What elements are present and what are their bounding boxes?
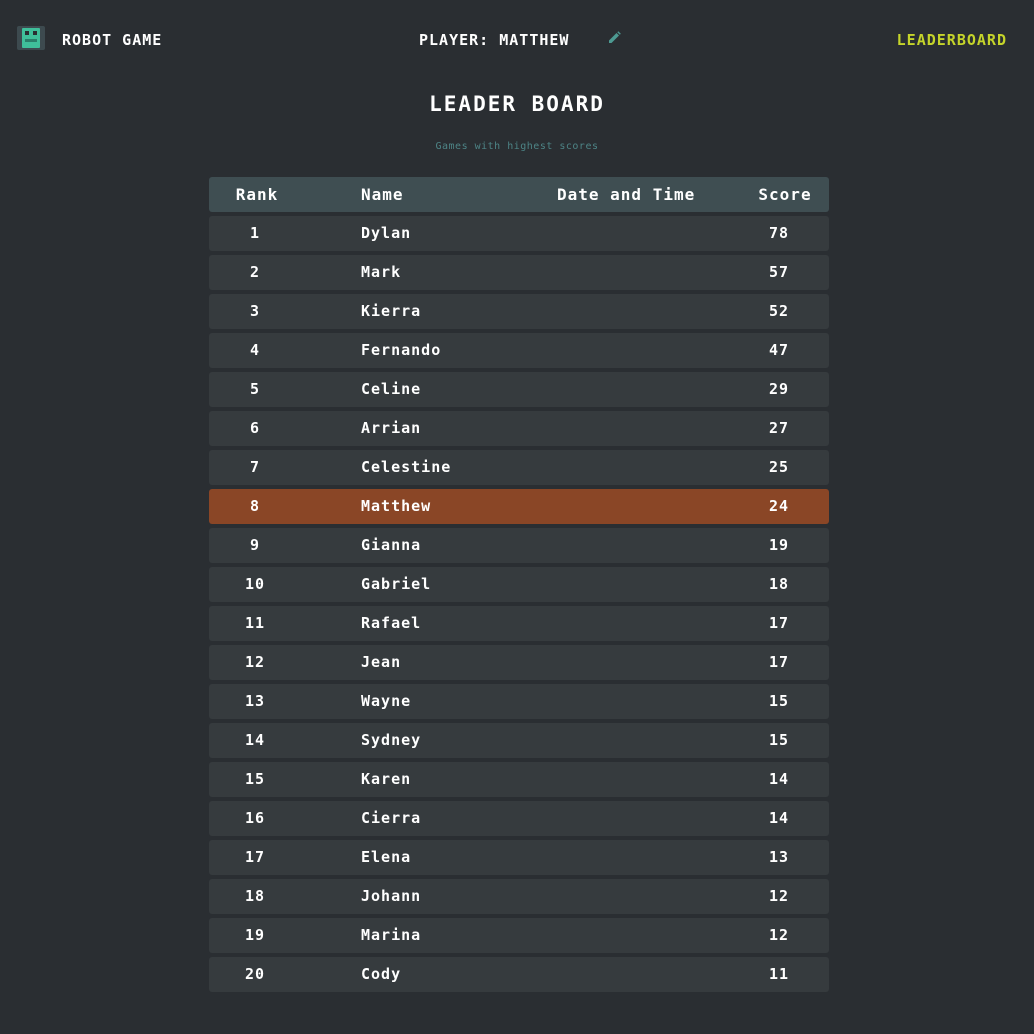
name-cell: Cody	[361, 965, 402, 983]
table-row-current-player: 8 Matthew 24	[209, 489, 829, 524]
rank-cell: 7	[249, 458, 261, 476]
column-header-rank[interactable]: Rank	[209, 177, 305, 212]
table-header-row: Rank Name Date and Time Score	[209, 177, 829, 212]
column-header-name[interactable]: Name	[361, 177, 404, 212]
name-cell: Kierra	[361, 302, 422, 320]
table-row: 14 Sydney 15	[209, 723, 829, 758]
table-row: 19 Marina 12	[209, 918, 829, 953]
score-cell: 29	[768, 380, 790, 398]
name-cell: Johann	[361, 887, 422, 905]
name-cell: Sydney	[361, 731, 422, 749]
score-cell: 24	[768, 497, 790, 515]
name-cell: Dylan	[361, 224, 412, 242]
table-row: 20 Cody 11	[209, 957, 829, 992]
name-cell: Mark	[361, 263, 402, 281]
score-cell: 13	[768, 848, 790, 866]
table-row: 13 Wayne 15	[209, 684, 829, 719]
table-row: 4 Fernando 47	[209, 333, 829, 368]
table-row: 6 Arrian 27	[209, 411, 829, 446]
table-row: 3 Kierra 52	[209, 294, 829, 329]
score-cell: 25	[768, 458, 790, 476]
rank-cell: 2	[249, 263, 261, 281]
rank-cell: 3	[249, 302, 261, 320]
name-cell: Gianna	[361, 536, 422, 554]
rank-cell: 11	[244, 614, 266, 632]
table-row: 16 Cierra 14	[209, 801, 829, 836]
table-row: 9 Gianna 19	[209, 528, 829, 563]
score-cell: 18	[768, 575, 790, 593]
name-cell: Celestine	[361, 458, 452, 476]
score-cell: 78	[768, 224, 790, 242]
table-row: 11 Rafael 17	[209, 606, 829, 641]
rank-cell: 5	[249, 380, 261, 398]
score-cell: 47	[768, 341, 790, 359]
score-cell: 14	[768, 809, 790, 827]
leaderboard-table: Rank Name Date and Time Score 1 Dylan 78 2 M…	[209, 177, 829, 996]
score-cell: 57	[768, 263, 790, 281]
score-cell: 17	[768, 614, 790, 632]
player-name: PLAYER: MATTHEW	[419, 31, 570, 49]
rank-cell: 17	[244, 848, 266, 866]
pencil-icon[interactable]	[606, 30, 622, 46]
rank-cell: 18	[244, 887, 266, 905]
page-title: LEADER BOARD	[429, 92, 605, 116]
name-cell: Jean	[361, 653, 402, 671]
rank-cell: 16	[244, 809, 266, 827]
table-row: 18 Johann 12	[209, 879, 829, 914]
score-cell: 12	[768, 887, 790, 905]
name-cell: Gabriel	[361, 575, 432, 593]
table-row: 12 Jean 17	[209, 645, 829, 680]
score-cell: 11	[768, 965, 790, 983]
rank-cell: 15	[244, 770, 266, 788]
top-navigation-bar: ROBOT GAME PLAYER: MATTHEW LEADERBOARD	[0, 0, 1034, 80]
table-row: 5 Celine 29	[209, 372, 829, 407]
name-cell: Marina	[361, 926, 422, 944]
name-cell: Karen	[361, 770, 412, 788]
rank-cell: 6	[249, 419, 261, 437]
rank-cell: 20	[244, 965, 266, 983]
page-subtitle: Games with highest scores	[435, 141, 599, 152]
name-cell: Celine	[361, 380, 422, 398]
table-row: 1 Dylan 78	[209, 216, 829, 251]
table-row: 7 Celestine 25	[209, 450, 829, 485]
name-cell: Cierra	[361, 809, 422, 827]
score-cell: 15	[768, 692, 790, 710]
name-cell: Elena	[361, 848, 412, 866]
rank-cell: 13	[244, 692, 266, 710]
rank-cell: 8	[249, 497, 261, 515]
rank-cell: 12	[244, 653, 266, 671]
brand-link[interactable]: ROBOT GAME	[62, 31, 162, 49]
rank-cell: 9	[249, 536, 261, 554]
leaderboard-nav-link[interactable]: LEADERBOARD	[897, 31, 1007, 49]
score-cell: 15	[768, 731, 790, 749]
table-row: 15 Karen 14	[209, 762, 829, 797]
column-header-score[interactable]: Score	[745, 177, 825, 212]
table-row: 10 Gabriel 18	[209, 567, 829, 602]
score-cell: 14	[768, 770, 790, 788]
table-row: 17 Elena 13	[209, 840, 829, 875]
name-cell: Matthew	[361, 497, 432, 515]
score-cell: 19	[768, 536, 790, 554]
rank-cell: 10	[244, 575, 266, 593]
score-cell: 52	[768, 302, 790, 320]
name-cell: Fernando	[361, 341, 442, 359]
column-header-date[interactable]: Date and Time	[557, 177, 695, 212]
score-cell: 27	[768, 419, 790, 437]
name-cell: Rafael	[361, 614, 422, 632]
score-cell: 12	[768, 926, 790, 944]
rank-cell: 4	[249, 341, 261, 359]
name-cell: Wayne	[361, 692, 412, 710]
robot-icon[interactable]	[17, 26, 45, 50]
rank-cell: 1	[249, 224, 261, 242]
name-cell: Arrian	[361, 419, 422, 437]
table-row: 2 Mark 57	[209, 255, 829, 290]
rank-cell: 19	[244, 926, 266, 944]
rank-cell: 14	[244, 731, 266, 749]
score-cell: 17	[768, 653, 790, 671]
